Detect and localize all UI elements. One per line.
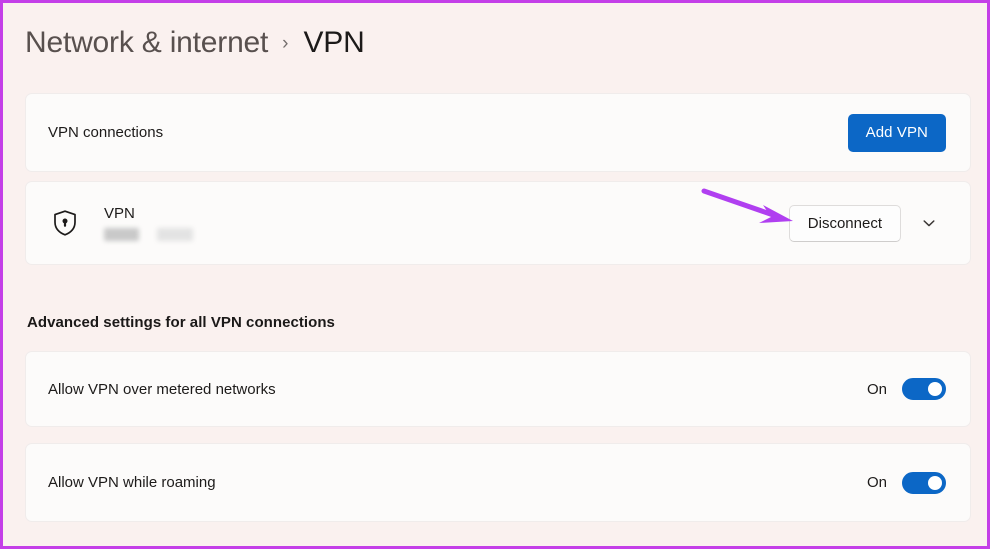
- toggle-state-roaming: On: [866, 474, 887, 491]
- settings-window: Network & internet › VPN VPN connections…: [0, 0, 990, 549]
- vpn-connections-label: VPN connections: [48, 124, 164, 141]
- setting-card-roaming: Allow VPN while roaming On: [25, 443, 971, 522]
- add-vpn-button[interactable]: Add VPN: [847, 113, 946, 152]
- toggle-state-metered-networks: On: [866, 380, 887, 398]
- setting-label-roaming: Allow VPN while roaming: [48, 474, 216, 491]
- vpn-entry-redacted-details: [104, 228, 193, 241]
- vpn-connections-row: VPN connections Add VPN: [26, 94, 970, 171]
- redacted-block-1: [104, 228, 139, 241]
- shield-lock-icon: [48, 206, 82, 240]
- vpn-connections-card: VPN connections Add VPN: [25, 93, 971, 172]
- expand-vpn-entry-button[interactable]: [912, 206, 946, 240]
- advanced-settings-heading: Advanced settings for all VPN connection…: [27, 314, 335, 331]
- disconnect-button[interactable]: Disconnect: [788, 204, 901, 242]
- toggle-roaming[interactable]: [902, 471, 946, 494]
- vpn-entry-card[interactable]: VPN Disconnect: [25, 181, 971, 265]
- breadcrumb-separator-icon: ›: [282, 33, 289, 54]
- toggle-knob: [928, 382, 942, 396]
- breadcrumb: Network & internet › VPN: [25, 19, 365, 67]
- vpn-entry-name: VPN: [104, 205, 135, 222]
- redacted-block-2: [157, 228, 193, 241]
- toggle-area-roaming: On: [866, 471, 946, 494]
- setting-row-metered-networks: Allow VPN over metered networks On: [26, 352, 970, 426]
- page-title: VPN: [303, 26, 365, 59]
- toggle-knob: [928, 475, 942, 490]
- setting-card-metered-networks: Allow VPN over metered networks On: [25, 351, 971, 427]
- setting-label-metered-networks: Allow VPN over metered networks: [48, 380, 276, 398]
- breadcrumb-parent-link[interactable]: Network & internet: [25, 26, 268, 60]
- vpn-entry-row[interactable]: VPN Disconnect: [26, 182, 970, 264]
- toggle-area-metered-networks: On: [867, 378, 946, 400]
- toggle-metered-networks[interactable]: [902, 378, 946, 400]
- chevron-down-icon: [923, 220, 935, 227]
- vpn-entry-text: VPN: [104, 205, 193, 241]
- setting-row-roaming: Allow VPN while roaming On: [26, 444, 970, 521]
